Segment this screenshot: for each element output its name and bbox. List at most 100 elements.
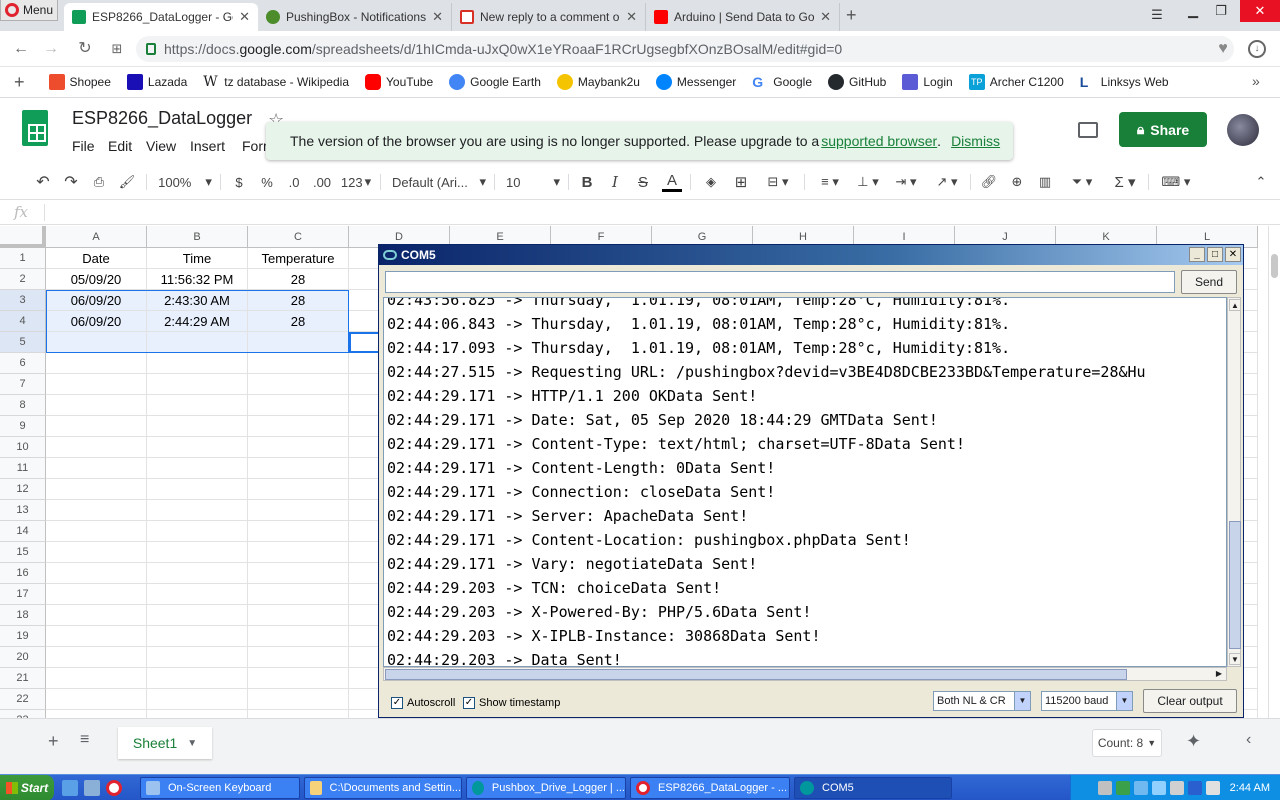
column-header-b[interactable]: B (147, 226, 248, 248)
bookmark-wikipedia[interactable]: Wtz database - Wikipedia (203, 74, 349, 90)
serial-output[interactable]: 02:43:56.825 -> Thursday, 1.01.19, 08:01… (383, 297, 1227, 667)
table-cell[interactable]: 06/09/20 (46, 290, 147, 311)
table-cell[interactable] (248, 647, 349, 668)
table-cell[interactable] (46, 500, 147, 521)
table-cell[interactable] (46, 395, 147, 416)
table-cell[interactable] (46, 584, 147, 605)
text-wrapping-icon[interactable]: ⇥ ▾ (890, 172, 922, 192)
row-header-23[interactable]: 23 (0, 710, 46, 718)
table-cell[interactable] (147, 689, 248, 710)
autoscroll-checkbox[interactable]: ✓ Autoscroll (391, 697, 455, 709)
table-cell[interactable] (147, 479, 248, 500)
bookmark-shopee[interactable]: Shopee (48, 74, 111, 90)
row-header-4[interactable]: 4 (0, 311, 46, 332)
more-formats-select[interactable]: 123 ▾ (340, 172, 372, 192)
add-bookmark-button[interactable]: + (14, 72, 25, 93)
table-cell[interactable] (248, 458, 349, 479)
row-header-10[interactable]: 10 (0, 437, 46, 458)
table-cell[interactable] (147, 437, 248, 458)
document-title[interactable]: ESP8266_DataLogger (72, 108, 252, 129)
table-cell[interactable] (248, 542, 349, 563)
table-cell[interactable] (147, 710, 248, 718)
opera-quicklaunch-icon[interactable] (106, 780, 122, 796)
table-cell[interactable]: 28 (248, 311, 349, 332)
tab-menu-icon[interactable]: ☰ (1142, 4, 1172, 26)
row-header-13[interactable]: 13 (0, 500, 46, 521)
fill-color-icon[interactable]: ◈ (700, 172, 722, 192)
clear-output-button[interactable]: Clear output (1143, 689, 1237, 713)
tab-gmail[interactable]: New reply to a comment on " ✕ (452, 3, 646, 31)
currency-format-button[interactable]: $ (230, 172, 248, 192)
row-header-5[interactable]: 5 (0, 332, 46, 353)
paint-format-icon[interactable]: 🖌︎ (116, 172, 138, 192)
row-header-17[interactable]: 17 (0, 584, 46, 605)
font-size-select[interactable]: 10 ▾ (506, 172, 560, 192)
task-com5[interactable]: COM5 (794, 777, 952, 799)
row-header-3[interactable]: 3 (0, 290, 46, 311)
scroll-thumb[interactable] (1271, 254, 1278, 278)
more-bookmarks-icon[interactable]: » (1252, 73, 1260, 89)
functions-icon[interactable]: Σ ▾ (1108, 172, 1142, 192)
table-cell[interactable] (46, 647, 147, 668)
table-cell[interactable] (147, 563, 248, 584)
table-cell[interactable] (147, 416, 248, 437)
table-cell[interactable] (147, 521, 248, 542)
close-button[interactable]: ✕ (1225, 247, 1241, 262)
sheet-tab[interactable]: Sheet1 ▼ (118, 727, 212, 759)
table-cell[interactable] (248, 584, 349, 605)
row-header-19[interactable]: 19 (0, 626, 46, 647)
task-on-screen-keyboard[interactable]: On-Screen Keyboard (140, 777, 300, 799)
table-cell[interactable]: 2:43:30 AM (147, 290, 248, 311)
table-cell[interactable] (147, 626, 248, 647)
insert-chart-icon[interactable]: ▥ (1034, 172, 1056, 192)
bookmark-login[interactable]: Login (902, 74, 953, 90)
output-scroll-thumb[interactable] (1229, 521, 1241, 649)
row-header-6[interactable]: 6 (0, 353, 46, 374)
close-tab-icon[interactable]: ✕ (239, 9, 250, 25)
vertical-align-icon[interactable]: ⊥ ▾ (852, 172, 884, 192)
table-cell[interactable] (248, 353, 349, 374)
table-cell[interactable] (46, 479, 147, 500)
scroll-right-icon[interactable]: ▶ (1213, 668, 1225, 680)
speed-dial-grid-icon[interactable]: ⊞ (106, 39, 128, 59)
header-cell[interactable]: Date (46, 248, 147, 269)
table-cell[interactable] (147, 374, 248, 395)
italic-icon[interactable]: I (606, 172, 624, 192)
table-cell[interactable] (248, 710, 349, 718)
table-cell[interactable] (46, 626, 147, 647)
avatar[interactable] (1227, 114, 1259, 146)
text-rotation-icon[interactable]: ↗ ▾ (930, 172, 964, 192)
table-cell[interactable] (147, 542, 248, 563)
clock[interactable]: 2:44 AM (1230, 782, 1270, 794)
bookmark-youtube[interactable]: YouTube (365, 74, 433, 90)
display-icon[interactable] (1151, 781, 1166, 795)
new-tab-button[interactable]: + (846, 5, 857, 26)
bluetooth-icon[interactable] (1187, 781, 1202, 795)
table-cell[interactable] (248, 605, 349, 626)
back-arrow-icon[interactable]: ← (10, 39, 32, 59)
strikethrough-icon[interactable]: S (634, 172, 652, 192)
table-cell[interactable] (248, 626, 349, 647)
filter-icon[interactable]: ⏷ ▾ (1062, 172, 1102, 192)
menu-insert[interactable]: Insert (190, 138, 225, 154)
url-field[interactable]: https://docs.google.com/spreadsheets/d/1… (136, 36, 1234, 62)
font-select[interactable]: Default (Ari... ▾ (392, 172, 486, 192)
table-cell[interactable] (147, 353, 248, 374)
column-header-c[interactable]: C (248, 226, 349, 248)
row-header-20[interactable]: 20 (0, 647, 46, 668)
baud-rate-select[interactable]: 115200 baud ▼ (1041, 691, 1133, 711)
bookmark-linksys[interactable]: L Linksys Web (1080, 74, 1169, 90)
collapse-menus-icon[interactable]: ⌃ (1252, 172, 1270, 192)
table-cell[interactable]: 28 (248, 269, 349, 290)
row-header-14[interactable]: 14 (0, 521, 46, 542)
send-button[interactable]: Send (1181, 270, 1237, 294)
row-header-9[interactable]: 9 (0, 416, 46, 437)
table-cell[interactable] (147, 605, 248, 626)
restore-window-button[interactable]: ❐ (1206, 0, 1236, 22)
row-header-8[interactable]: 8 (0, 395, 46, 416)
side-panel-chevron-icon[interactable]: ‹ (1246, 731, 1251, 749)
table-cell[interactable] (147, 395, 248, 416)
show-timestamp-checkbox[interactable]: ✓ Show timestamp (463, 697, 560, 709)
horizontal-align-icon[interactable]: ≡ ▾ (814, 172, 846, 192)
percent-format-button[interactable]: % (258, 172, 276, 192)
